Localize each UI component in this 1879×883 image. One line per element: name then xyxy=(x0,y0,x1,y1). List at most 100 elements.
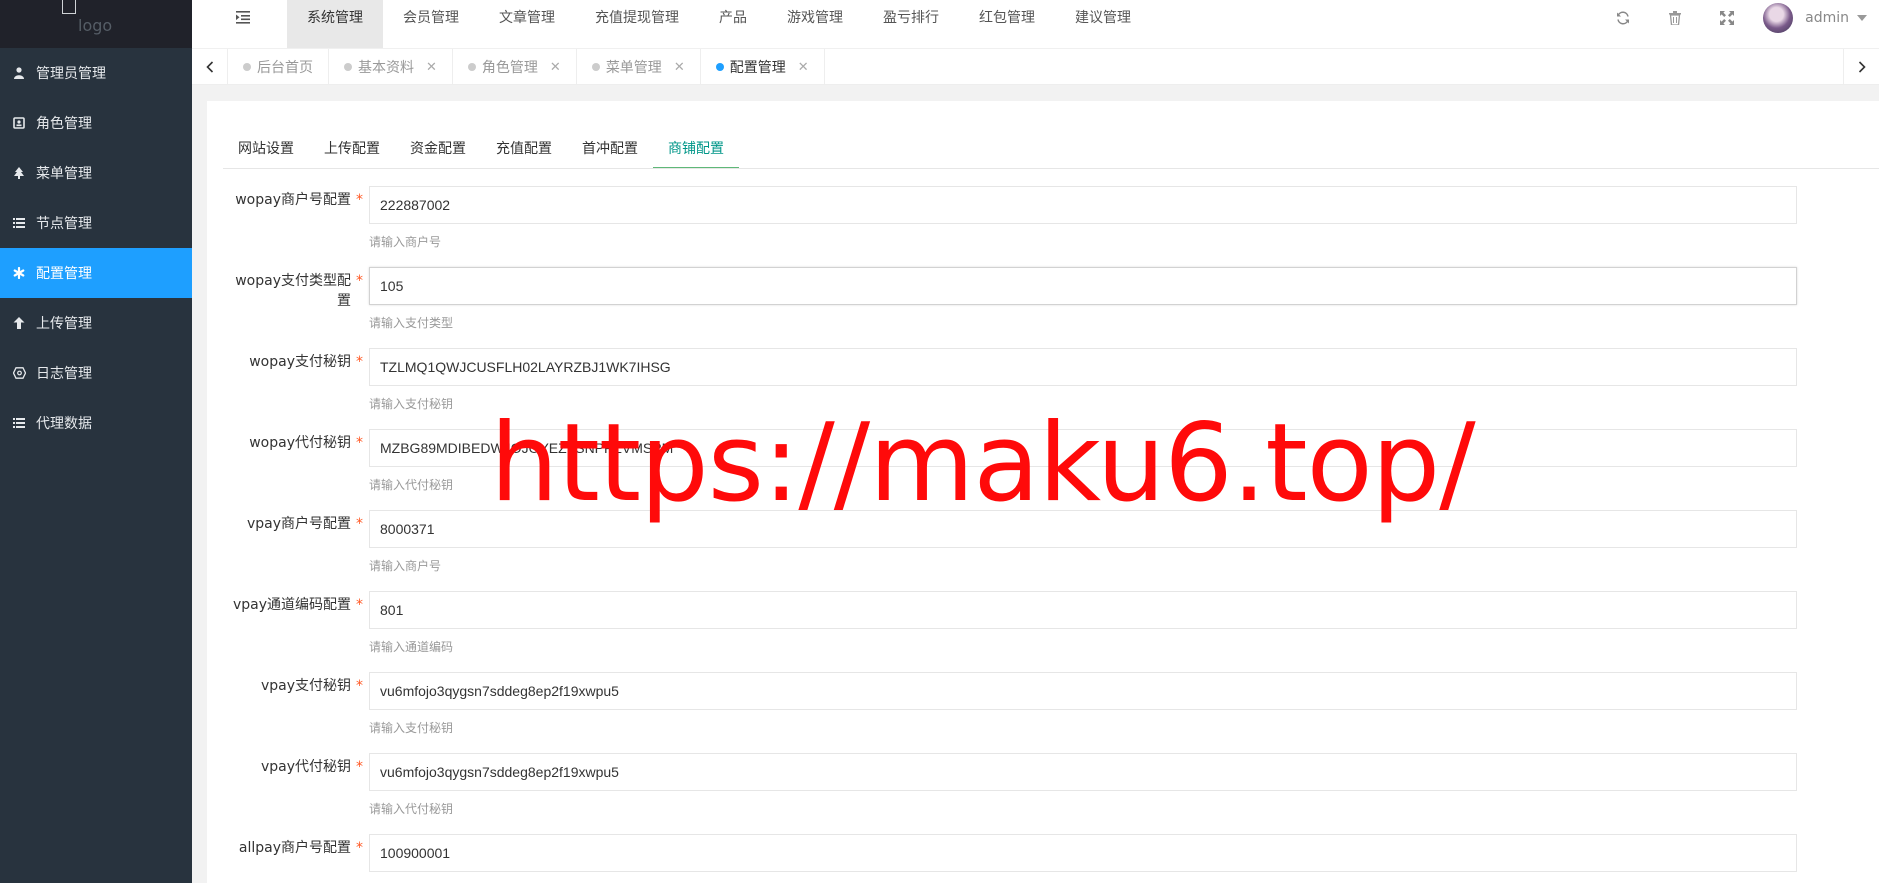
close-icon[interactable]: ✕ xyxy=(674,60,685,75)
header-actions: admin xyxy=(1597,0,1879,48)
page-tab-label: 菜单管理 xyxy=(605,60,662,76)
vpay-pay-secret-input[interactable] xyxy=(369,672,1797,710)
avatar xyxy=(1763,3,1794,33)
page-tab-config[interactable]: 配置管理 ✕ xyxy=(701,49,825,85)
page-tab-label: 配置管理 xyxy=(729,60,786,76)
chevron-down-icon xyxy=(1857,15,1867,21)
page-tab-profile[interactable]: 基本资料 ✕ xyxy=(329,49,453,85)
top-nav-recharge[interactable]: 充值提现管理 xyxy=(575,0,699,48)
sidebar-item-upload[interactable]: 上传管理 xyxy=(0,298,192,348)
sidebar-item-log[interactable]: 日志管理 xyxy=(0,348,192,398)
sidebar-item-role[interactable]: 角色管理 xyxy=(0,98,192,148)
top-nav-suggestion[interactable]: 建议管理 xyxy=(1055,0,1151,48)
top-nav-article[interactable]: 文章管理 xyxy=(479,0,575,48)
required-mark: * xyxy=(356,678,363,694)
tab-recharge[interactable]: 充值配置 xyxy=(481,129,567,169)
wopay-pay-secret-input[interactable] xyxy=(369,348,1797,386)
required-mark: * xyxy=(356,354,363,370)
close-icon[interactable]: ✕ xyxy=(426,60,437,75)
vpay-merchant-id-input[interactable] xyxy=(369,510,1797,548)
field-help: 请输入通道编码 xyxy=(369,640,454,654)
sidebar-item-label: 菜单管理 xyxy=(36,166,92,182)
logo-text: logo xyxy=(78,16,113,35)
required-mark: * xyxy=(356,435,363,451)
role-icon xyxy=(12,116,26,130)
user-icon xyxy=(12,66,26,80)
tabs-scroll-left-icon[interactable] xyxy=(192,49,228,85)
tab-funds[interactable]: 资金配置 xyxy=(395,129,481,169)
tabs-scroll-right-icon[interactable] xyxy=(1843,49,1879,85)
sidebar-item-label: 代理数据 xyxy=(36,416,92,432)
page-tab-menu[interactable]: 菜单管理 ✕ xyxy=(577,49,701,85)
wopay-pay-type-input[interactable] xyxy=(369,267,1797,305)
list-icon xyxy=(12,216,26,230)
user-menu[interactable]: admin xyxy=(1753,0,1879,36)
sidebar-item-menu[interactable]: 菜单管理 xyxy=(0,148,192,198)
required-mark: * xyxy=(356,273,363,289)
shop-config-form: wopay商户号配置* 请输入商户号 wopay支付类型配置* 请输入支付类型 … xyxy=(223,186,1797,883)
field-label: vpay支付秘钥 * xyxy=(260,678,363,694)
tab-dot-icon xyxy=(243,63,251,71)
sidebar-item-agent[interactable]: 代理数据 xyxy=(0,398,192,448)
allpay-merchant-id-input[interactable] xyxy=(369,834,1797,872)
required-mark: * xyxy=(356,597,363,613)
field-label: wopay商户号配置 * xyxy=(235,192,363,208)
tab-first-recharge[interactable]: 首冲配置 xyxy=(567,129,653,169)
sidebar-item-label: 管理员管理 xyxy=(36,66,106,82)
field-help: 请输入代付秘钥 xyxy=(369,478,454,492)
refresh-icon[interactable] xyxy=(1597,0,1649,36)
tab-shop[interactable]: 商铺配置 xyxy=(653,129,739,169)
tab-dot-icon xyxy=(591,63,600,71)
top-nav-redpacket[interactable]: 红包管理 xyxy=(959,0,1055,48)
close-icon[interactable]: ✕ xyxy=(798,60,809,75)
required-mark: * xyxy=(356,516,363,532)
required-mark: * xyxy=(356,192,363,208)
log-icon xyxy=(12,366,26,380)
page-tabs: 后台首页 基本资料 ✕ 角色管理 ✕ 菜单管理 ✕ 配置管理 ✕ xyxy=(228,49,825,85)
required-mark: * xyxy=(356,759,363,775)
field-label: vpay商户号配置 * xyxy=(246,516,363,532)
field-label: wopay支付秘钥 * xyxy=(249,354,363,370)
wopay-merchant-id-input[interactable] xyxy=(369,186,1797,224)
vpay-channel-code-input[interactable] xyxy=(369,591,1797,629)
form-row: wopay商户号配置* 请输入商户号 xyxy=(223,186,1797,267)
tab-dot-icon xyxy=(467,63,476,71)
sidebar-item-label: 节点管理 xyxy=(36,216,92,232)
fullscreen-icon[interactable] xyxy=(1701,0,1753,36)
vpay-payout-secret-input[interactable] xyxy=(369,753,1797,791)
wopay-payout-secret-input[interactable] xyxy=(369,429,1797,467)
field-help: 请输入支付秘钥 xyxy=(369,721,454,735)
logo[interactable]: logo xyxy=(0,0,192,48)
sidebar-item-config[interactable]: 配置管理 xyxy=(0,248,192,298)
page-tab-role[interactable]: 角色管理 ✕ xyxy=(453,49,577,85)
tab-dot-icon xyxy=(715,63,724,71)
close-icon[interactable]: ✕ xyxy=(550,60,561,75)
sidebar-item-label: 日志管理 xyxy=(36,366,92,382)
form-row: vpay支付秘钥* 请输入支付秘钥 xyxy=(223,672,1797,753)
tab-website[interactable]: 网站设置 xyxy=(223,129,309,169)
trash-icon[interactable] xyxy=(1649,0,1701,36)
sidebar-item-admin[interactable]: 管理员管理 xyxy=(0,48,192,98)
top-nav-member[interactable]: 会员管理 xyxy=(383,0,479,48)
top-nav-system[interactable]: 系统管理 xyxy=(287,0,383,48)
top-nav-product[interactable]: 产品 xyxy=(699,0,767,48)
top-nav-ranking[interactable]: 盈亏排行 xyxy=(863,0,959,48)
page-tab-label: 角色管理 xyxy=(481,60,538,76)
top-nav: 系统管理 会员管理 文章管理 充值提现管理 产品 游戏管理 盈亏排行 红包管理 … xyxy=(287,0,1151,48)
page-tab-home[interactable]: 后台首页 xyxy=(228,49,329,85)
form-row: allpay商户号配置 * xyxy=(223,834,1797,883)
tree-icon xyxy=(12,166,26,180)
sidebar-toggle-icon[interactable] xyxy=(236,10,252,26)
field-label: wopay支付类型配置 * xyxy=(235,273,363,309)
sidebar-item-node[interactable]: 节点管理 xyxy=(0,198,192,248)
tab-upload[interactable]: 上传配置 xyxy=(309,129,395,169)
sidebar-menu: 管理员管理 角色管理 菜单管理 节点管理 配置管理 上传管理 日志管理 代理数据 xyxy=(0,48,192,448)
sidebar: logo 管理员管理 角色管理 菜单管理 节点管理 配置管理 上传管理 日志管理… xyxy=(0,0,192,883)
top-header: 系统管理 会员管理 文章管理 充值提现管理 产品 游戏管理 盈亏排行 红包管理 … xyxy=(192,0,1879,49)
form-row: vpay代付秘钥* 请输入代付秘钥 xyxy=(223,753,1797,834)
config-tabs: 网站设置 上传配置 资金配置 充值配置 首冲配置 商铺配置 xyxy=(223,129,739,169)
tabs-divider xyxy=(223,168,1879,169)
form-row: wopay支付类型配置* 请输入支付类型 xyxy=(223,267,1797,348)
logo-image xyxy=(62,0,76,14)
top-nav-game[interactable]: 游戏管理 xyxy=(767,0,863,48)
